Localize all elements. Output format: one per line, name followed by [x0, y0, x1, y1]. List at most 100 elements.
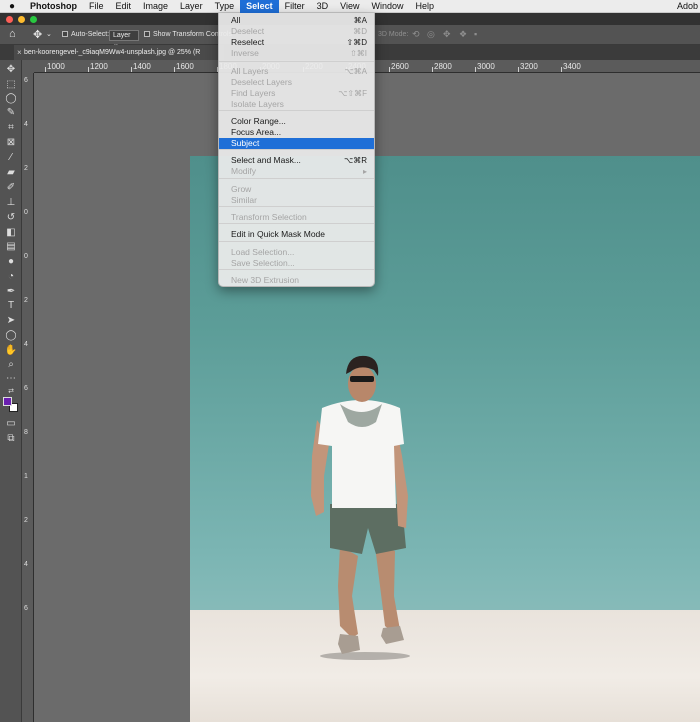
- gradient-tool-icon[interactable]: ▤: [4, 241, 18, 252]
- zoom-window-button[interactable]: [30, 16, 37, 23]
- menu-3d[interactable]: 3D: [311, 0, 335, 13]
- healing-tool-icon[interactable]: ▰: [4, 167, 18, 178]
- menu-help[interactable]: Help: [410, 0, 441, 13]
- menu-item-color-range[interactable]: Color Range...: [219, 116, 374, 127]
- apple-icon[interactable]: ●: [0, 1, 24, 12]
- menu-item-label: Reselect: [231, 37, 265, 47]
- ruler-tick-label: 3200: [520, 62, 538, 71]
- lasso-tool-icon[interactable]: ◯: [4, 93, 18, 104]
- eyedropper-tool-icon[interactable]: ⁄: [4, 152, 18, 163]
- menu-item-save-selection[interactable]: Save Selection...: [219, 258, 374, 269]
- menu-item-transform-selection[interactable]: Transform Selection: [219, 212, 374, 223]
- menu-item-select-and-mask[interactable]: Select and Mask... ⌥⌘R: [219, 155, 374, 166]
- ruler-tick: [131, 67, 132, 72]
- menu-item-shortcut: ⌥⇧⌘F: [338, 89, 367, 98]
- shape-tool-icon[interactable]: ◯: [4, 330, 18, 341]
- orbit-3d-icon[interactable]: ⟲: [412, 29, 420, 40]
- blur-tool-icon[interactable]: ●: [4, 256, 18, 267]
- close-icon[interactable]: ×: [17, 45, 22, 60]
- menu-separator: [219, 178, 374, 179]
- menu-item-deselect[interactable]: Deselect ⌘D: [219, 26, 374, 37]
- eraser-tool-icon[interactable]: ◧: [4, 227, 18, 238]
- menu-view[interactable]: View: [334, 0, 365, 13]
- path-select-tool-icon[interactable]: ➤: [4, 315, 18, 326]
- menu-item-reselect[interactable]: Reselect ⇧⌘D: [219, 37, 374, 48]
- minimize-window-button[interactable]: [18, 16, 25, 23]
- zoom-tool-icon[interactable]: ⌕: [4, 359, 18, 370]
- menu-item-label: Modify: [231, 166, 257, 176]
- auto-select-checkbox[interactable]: Auto-Select:: [62, 31, 109, 38]
- vertical-ruler[interactable]: 6 4 2 0 0 2 4 6 8 1 2 4 6: [22, 73, 34, 722]
- menu-app-photoshop[interactable]: Photoshop: [24, 0, 83, 13]
- menu-select[interactable]: Select: [240, 0, 279, 13]
- ruler-corner: [22, 60, 34, 73]
- menu-item-label: Transform Selection: [231, 212, 307, 222]
- ruler-tick-label: 6: [24, 605, 28, 612]
- menu-item-label: Focus Area...: [231, 127, 282, 137]
- menu-item-subject[interactable]: Subject: [219, 138, 374, 149]
- document-tab[interactable]: × ben-koorengevel-_c9iaqM9Ww4-unsplash.j…: [14, 45, 224, 60]
- menu-window[interactable]: Window: [365, 0, 409, 13]
- marquee-tool-icon[interactable]: ⬚: [4, 79, 18, 90]
- menu-item-find-layers[interactable]: Find Layers ⌥⇧⌘F: [219, 88, 374, 99]
- menu-item-edit-in-quick-mask-mode[interactable]: Edit in Quick Mask Mode: [219, 229, 374, 240]
- menu-item-deselect-layers[interactable]: Deselect Layers: [219, 77, 374, 88]
- clone-stamp-tool-icon[interactable]: ⊥: [4, 197, 18, 208]
- menu-image[interactable]: Image: [137, 0, 174, 13]
- menu-item-similar[interactable]: Similar: [219, 195, 374, 206]
- close-window-button[interactable]: [6, 16, 13, 23]
- menu-item-isolate-layers[interactable]: Isolate Layers: [219, 99, 374, 110]
- scale-3d-icon[interactable]: ▪: [474, 29, 477, 39]
- ruler-tick-label: 3000: [477, 62, 495, 71]
- ruler-tick: [174, 67, 175, 72]
- menu-item-grow[interactable]: Grow: [219, 184, 374, 195]
- frame-tool-icon[interactable]: ⊠: [4, 137, 18, 148]
- crop-tool-icon[interactable]: ⌗: [4, 122, 18, 133]
- hand-tool-icon[interactable]: ✋: [4, 345, 18, 356]
- ruler-tick-label: 2: [24, 165, 28, 172]
- pan-3d-icon[interactable]: ✥: [443, 29, 451, 40]
- ruler-tick-label: 1600: [176, 62, 194, 71]
- menu-item-new-3d-extrusion[interactable]: New 3D Extrusion: [219, 275, 374, 286]
- menu-item-label: Select and Mask...: [231, 155, 301, 165]
- home-icon[interactable]: ⌂: [9, 28, 16, 40]
- menu-item-all[interactable]: All ⌘A: [219, 15, 374, 26]
- swap-colors-icon[interactable]: ⇄: [4, 386, 18, 397]
- menu-item-focus-area[interactable]: Focus Area...: [219, 127, 374, 138]
- photoshop-window: ● Photoshop File Edit Image Layer Type S…: [0, 0, 700, 722]
- chevron-down-icon[interactable]: ⌄: [46, 30, 52, 38]
- more-tools-icon[interactable]: ⋯: [4, 373, 18, 384]
- menu-filter[interactable]: Filter: [279, 0, 311, 13]
- roll-3d-icon[interactable]: ◎: [427, 29, 435, 40]
- quick-mask-icon[interactable]: ▭: [4, 418, 18, 429]
- dodge-tool-icon[interactable]: ◔: [4, 271, 18, 282]
- ruler-tick-label: 2800: [434, 62, 452, 71]
- history-brush-tool-icon[interactable]: ↺: [4, 212, 18, 223]
- foreground-color-swatch[interactable]: [3, 397, 12, 406]
- menu-item-load-selection[interactable]: Load Selection...: [219, 247, 374, 258]
- menu-item-all-layers[interactable]: All Layers ⌥⌘A: [219, 66, 374, 77]
- menu-file[interactable]: File: [83, 0, 110, 13]
- mac-menubar: ● Photoshop File Edit Image Layer Type S…: [0, 0, 700, 13]
- menu-item-label: Grow: [231, 184, 252, 194]
- pen-tool-icon[interactable]: ✒: [4, 286, 18, 297]
- auto-select-dropdown[interactable]: Layer ⌄: [109, 30, 139, 48]
- menu-layer[interactable]: Layer: [174, 0, 209, 13]
- slide-3d-icon[interactable]: ❖: [459, 29, 467, 40]
- screen-mode-icon[interactable]: ⧉: [4, 433, 18, 444]
- brush-tool-icon[interactable]: ✐: [4, 182, 18, 193]
- menu-item-label: Inverse: [231, 48, 259, 58]
- menu-item-inverse[interactable]: Inverse ⇧⌘I: [219, 48, 374, 59]
- auto-select-value: Layer: [113, 32, 131, 39]
- menu-item-modify[interactable]: Modify ▸: [219, 166, 374, 177]
- quick-select-tool-icon[interactable]: ✎: [4, 107, 18, 118]
- ruler-tick: [518, 67, 519, 72]
- menu-type[interactable]: Type: [209, 0, 241, 13]
- menu-item-label: New 3D Extrusion: [231, 275, 300, 285]
- menu-edit[interactable]: Edit: [110, 0, 138, 13]
- menu-item-label: Edit in Quick Mask Mode: [231, 229, 326, 239]
- menu-item-label: Isolate Layers: [231, 99, 284, 109]
- type-tool-icon[interactable]: T: [4, 300, 18, 311]
- move-tool-icon[interactable]: ✥: [33, 28, 42, 41]
- move-tool-icon[interactable]: ✥: [4, 64, 18, 75]
